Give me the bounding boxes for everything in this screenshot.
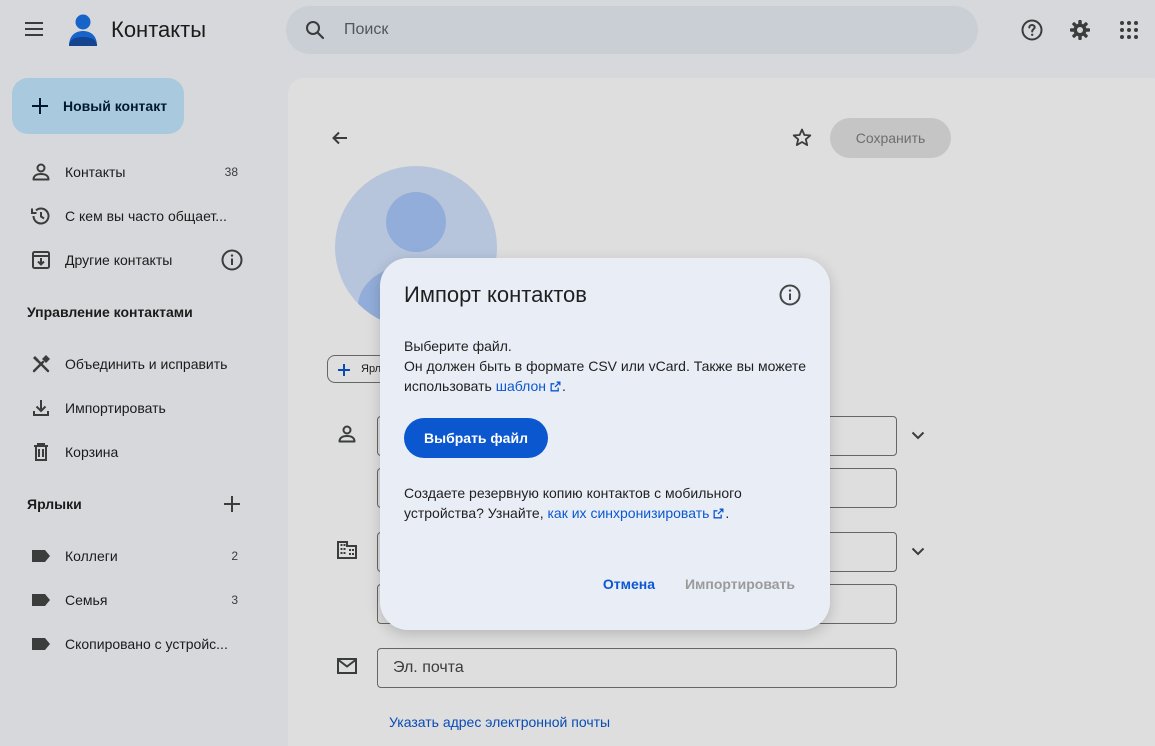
sync-link[interactable]: как их синхронизировать	[548, 505, 726, 521]
info-icon[interactable]	[778, 283, 802, 307]
template-link-text: шаблон	[495, 378, 547, 394]
dialog-backup-text: Создаете резервную копию контактов с моб…	[404, 483, 814, 523]
dialog-description: Выберите файл. Он должен быть в формате …	[404, 336, 814, 396]
open-in-new-icon	[713, 508, 724, 519]
dialog-title: Импорт контактов	[404, 282, 587, 307]
sync-link-text: как их синхронизировать	[547, 505, 710, 521]
dialog-line-1: Выберите файл.	[404, 338, 512, 354]
open-in-new-icon	[550, 381, 561, 392]
import-button[interactable]: Импортировать	[680, 576, 800, 596]
dialog-line-2: Он должен быть в формате CSV или vCard. …	[404, 356, 814, 396]
dialog-line-2-end: .	[562, 378, 566, 394]
dialog-line-2-text: Он должен быть в формате CSV или vCard. …	[404, 358, 806, 394]
cancel-button[interactable]: Отмена	[591, 576, 667, 596]
template-link[interactable]: шаблон	[496, 378, 562, 394]
import-contacts-dialog: Импорт контактов Выберите файл. Он долже…	[380, 258, 830, 630]
choose-file-button[interactable]: Выбрать файл	[404, 418, 548, 458]
backup-text-end: .	[725, 505, 730, 521]
